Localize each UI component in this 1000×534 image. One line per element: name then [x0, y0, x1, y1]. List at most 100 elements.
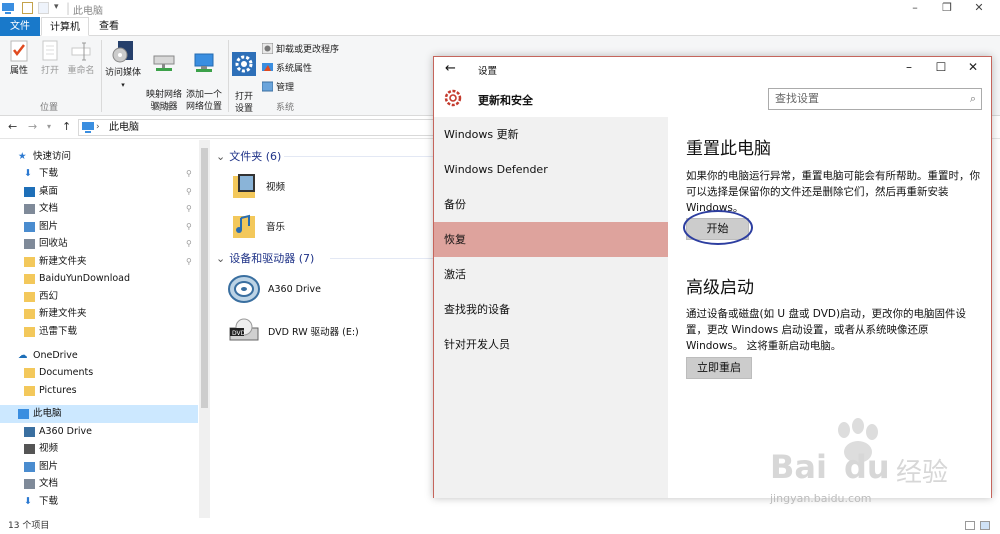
new-folder-quick-icon[interactable]: [38, 2, 49, 14]
sidebar-item[interactable]: 新建文件夹 ⚲: [0, 253, 198, 271]
nav-item[interactable]: 激活: [434, 257, 668, 292]
properties-quick-icon[interactable]: [22, 2, 33, 14]
sidebar-item-label: 文档: [39, 478, 59, 489]
scrollbar-thumb[interactable]: [201, 148, 208, 408]
folder-item[interactable]: 视频: [232, 172, 285, 200]
nav-item[interactable]: 查找我的设备: [434, 292, 668, 327]
folder-item[interactable]: 音乐: [232, 212, 285, 240]
sidebar-item[interactable]: ☁ OneDrive: [0, 347, 198, 365]
sidebar-item[interactable]: 新建文件夹: [0, 305, 198, 323]
explorer-title: 此电脑: [73, 6, 103, 17]
devices-group-header[interactable]: ⌄ 设备和驱动器 (7): [216, 250, 314, 266]
sidebar-item[interactable]: 图片 ⚲: [0, 218, 198, 236]
sidebar-item-label: 此电脑: [33, 408, 62, 419]
sidebar-item[interactable]: Documents: [0, 364, 198, 382]
sidebar-scrollbar[interactable]: [199, 140, 210, 518]
sidebar-item[interactable]: BaiduYunDownload: [0, 270, 198, 288]
navigation-pane: ★ 快速访问 ⬇ 下载 ⚲ 桌面 ⚲ 文档 ⚲ 图片 ⚲ 回收站 ⚲ 新建文件夹 ⚲ BaiduYunDown…: [0, 140, 210, 518]
pin-icon[interactable]: ⚲: [186, 183, 192, 201]
nav-item[interactable]: Windows Defender: [434, 152, 668, 187]
folder-icon: [24, 309, 35, 319]
ribbon-separator: [101, 40, 102, 112]
back-arrow-icon[interactable]: ←: [8, 120, 17, 133]
titlebar-divider: |: [66, 1, 71, 15]
address-box[interactable]: › 此电脑: [78, 119, 438, 136]
sidebar-item[interactable]: 文档 ⚲: [0, 200, 198, 218]
ribbon-tabs: 文件 计算机 查看: [0, 17, 1000, 36]
sidebar-item[interactable]: 西幻: [0, 288, 198, 306]
watermark-brand-2: du: [844, 448, 890, 486]
nav-item[interactable]: 恢复: [434, 222, 668, 257]
sidebar-item-label: 图片: [39, 221, 59, 232]
quick-access-dropdown-icon[interactable]: ▾: [54, 2, 59, 12]
nav-item[interactable]: Windows 更新: [434, 117, 668, 152]
manage-button[interactable]: 管理: [262, 80, 294, 93]
minimize-icon[interactable]: –: [900, 0, 930, 17]
system-properties-button[interactable]: 系统属性: [262, 61, 312, 74]
sidebar-item[interactable]: Pictures: [0, 382, 198, 400]
device-item[interactable]: A360 Drive: [228, 274, 321, 304]
back-arrow-icon[interactable]: ←: [445, 61, 456, 76]
device-item[interactable]: DVD DVD RW 驱动器 (E:): [228, 318, 359, 344]
sidebar-item-label: 新建文件夹: [39, 308, 87, 319]
advanced-startup-title: 高级启动: [686, 278, 754, 298]
properties-button[interactable]: 属性: [5, 40, 33, 77]
pin-icon[interactable]: ⚲: [186, 218, 192, 236]
group-network: 网络: [153, 103, 172, 113]
group-location: 位置: [40, 103, 59, 113]
details-view-icon[interactable]: [965, 521, 975, 530]
restart-now-button[interactable]: 立即重启: [686, 357, 752, 379]
pin-icon[interactable]: ⚲: [186, 253, 192, 271]
sidebar-item[interactable]: 迅雷下载: [0, 323, 198, 341]
restore-icon[interactable]: ❐: [932, 0, 962, 17]
open-settings-button[interactable]: 打开 设置: [230, 40, 258, 115]
add-network-location-button[interactable]: 添加一个 网络位置: [184, 40, 224, 113]
maximize-icon[interactable]: ☐: [926, 60, 956, 74]
sidebar-item[interactable]: 桌面 ⚲: [0, 183, 198, 201]
sidebar-item[interactable]: ⬇ 下载: [0, 493, 198, 511]
sidebar-item[interactable]: ⬇ 下载 ⚲: [0, 165, 198, 183]
nav-item[interactable]: 针对开发人员: [434, 327, 668, 362]
sidebar-item-label: 迅雷下载: [39, 326, 78, 337]
tab-file[interactable]: 文件: [0, 17, 40, 36]
sidebar-item[interactable]: ★ 快速访问: [0, 148, 198, 166]
large-icons-view-icon[interactable]: [980, 521, 990, 530]
minimize-icon[interactable]: –: [894, 60, 924, 74]
pin-icon[interactable]: ⚲: [186, 235, 192, 253]
sidebar-item[interactable]: 此电脑: [0, 405, 198, 423]
checklist-icon: [10, 40, 28, 62]
open-icon: [42, 40, 58, 61]
uninstall-button[interactable]: 卸载或更改程序: [262, 42, 339, 55]
recent-dropdown-icon[interactable]: ▾: [47, 122, 51, 131]
sidebar-item-label: 西幻: [39, 291, 59, 302]
recycle-bin-icon: [24, 239, 35, 249]
device-label: DVD RW 驱动器 (E:): [268, 327, 359, 338]
close-icon[interactable]: ✕: [958, 60, 988, 74]
reset-pc-description: 如果你的电脑运行异常，重置电脑可能会有所帮助。重置时，你可以选择是保留你的文件还…: [686, 170, 980, 214]
close-icon[interactable]: ✕: [964, 0, 994, 17]
search-icon[interactable]: ⌕: [970, 89, 976, 109]
sidebar-item[interactable]: 回收站 ⚲: [0, 235, 198, 253]
sidebar-item[interactable]: 图片: [0, 458, 198, 476]
sidebar-item-label: BaiduYunDownload: [39, 273, 131, 284]
rename-button[interactable]: 重命名: [66, 40, 96, 77]
pin-icon[interactable]: ⚲: [186, 165, 192, 183]
sidebar-item-label: 文档: [39, 203, 59, 214]
open-button[interactable]: 打开: [36, 40, 64, 77]
dvd-drive-icon: DVD: [229, 318, 259, 341]
up-arrow-icon[interactable]: ↑: [62, 120, 71, 133]
sidebar-item[interactable]: 视频: [0, 440, 198, 458]
folders-group-header[interactable]: ⌄ 文件夹 (6): [216, 148, 281, 164]
nav-item[interactable]: 备份: [434, 187, 668, 222]
gear-icon: [232, 52, 256, 76]
tab-computer[interactable]: 计算机: [41, 17, 89, 36]
sidebar-item-label: Pictures: [39, 385, 77, 396]
sidebar-item[interactable]: 文档: [0, 475, 198, 493]
access-media-button[interactable]: 访问媒体 ▾: [104, 40, 142, 91]
sidebar-item[interactable]: A360 Drive: [0, 423, 198, 441]
tab-view[interactable]: 查看: [92, 17, 126, 36]
dropdown-arrow-icon: ▾: [121, 81, 125, 89]
pin-icon[interactable]: ⚲: [186, 200, 192, 218]
forward-arrow-icon[interactable]: →: [28, 120, 37, 133]
search-input[interactable]: 查找设置 ⌕: [768, 88, 982, 110]
